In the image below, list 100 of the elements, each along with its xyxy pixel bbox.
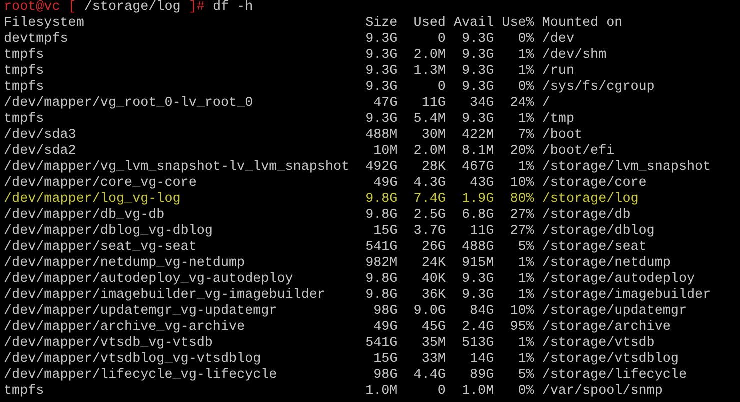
table-cell-text: 7.4G [412,192,446,208]
table-cell-text: 9.3G [460,288,494,304]
column-header: Size [364,16,398,32]
table-cell-text: 982M [364,256,398,272]
table-cell: /storage/dblog [542,224,655,240]
table-cell-text: 488G [460,240,494,256]
table-cell-text: 24K [420,256,446,272]
table-cell-text: /dev/mapper/seat_vg-seat [4,240,198,256]
table-cell: /storage/seat [542,240,647,256]
table-cell-text: 0% [517,384,534,400]
table-cell-text: 1.0M [460,384,494,400]
table-cell-text: /dev/mapper/autodeploy_vg-autodeploy [4,272,294,288]
table-cell-text: /dev/mapper/vtsdblog_vg-vtsdblog [4,352,262,368]
table-cell-text: 0 [436,80,446,96]
table-cell-text: 3.7G [412,224,446,240]
table-cell-text: 5% [517,240,534,256]
table-cell-text: 1.0M [364,384,398,400]
table-cell-text: 9.3G [364,48,398,64]
table-cell-text: /dev/mapper/vtsdb_vg-vtsdb [4,336,214,352]
table-cell-text: 5.4M [412,112,446,128]
table-cell-text: 89G [469,368,494,384]
table-cell-text: 98G [372,368,398,384]
table-cell-text: 8.1M [460,144,494,160]
table-cell-text: /dev/mapper/vg_lvm_snapshot-lv_lvm_snapshot [4,160,351,176]
table-cell-text: 9.0G [412,304,446,320]
table-cell-text: /dev/mapper/vg_root_0-lv_root_0 [4,96,254,112]
table-cell-text: 1.9G [460,192,494,208]
table-cell-text: 24% [509,96,534,112]
table-cell: /run [542,64,574,80]
table-cell-text: /dev/sda2 [4,144,78,160]
table-cell-text: 6.8G [460,208,494,224]
table-cell-text: tmpfs [4,80,46,96]
table-cell-text: 2.4G [460,320,494,336]
table-cell-text: 9.3G [460,80,494,96]
table-cell-text: 10% [509,304,534,320]
command-text: df -h [212,0,254,16]
table-cell-text: 492G [364,160,398,176]
table-cell: /storage/lvm_snapshot [542,160,712,176]
table-cell-text: 1% [517,112,534,128]
table-cell-text: 36K [420,288,446,304]
table-cell-text: 20% [509,144,534,160]
table-cell-text: 4.3G [412,176,446,192]
table-cell-text: 1% [517,336,534,352]
table-cell-text: tmpfs [4,384,46,400]
table-cell-text: 9.3G [364,80,398,96]
table-cell-text: /dev/mapper/updatemgr_vg-updatemgr [4,304,278,320]
table-cell-text: 1% [517,352,534,368]
table-cell-text: 9.8G [364,192,398,208]
table-cell-text: 10M [372,144,398,160]
table-cell: /storage/vtsdb [542,336,655,352]
table-cell: /storage/core [542,176,647,192]
table-cell-text: /dev/mapper/dblog_vg-dblog [4,224,214,240]
table-cell-text: 9.3G [364,112,398,128]
table-cell-text: 49G [372,320,398,336]
table-cell-text: 4.4G [412,368,446,384]
table-cell: /sys/fs/cgroup [542,80,655,96]
table-cell: /var/spool/snmp [542,384,663,400]
table-cell-text: 80% [509,192,534,208]
table-cell: / [542,96,550,112]
table-cell: /storage/imagebuilder [542,288,712,304]
table-cell-text: 1% [517,160,534,176]
table-cell-text: 1% [517,64,534,80]
table-cell-text: 9.8G [364,288,398,304]
table-cell-text: 0 [436,32,446,48]
table-cell-text: 0% [517,80,534,96]
table-cell-text: 33M [420,352,446,368]
table-cell: /storage/netdump [542,256,671,272]
table-cell-text: /dev/mapper/imagebuilder_vg-imagebuilder [4,288,326,304]
table-cell: /storage/vtsdblog [542,352,679,368]
table-cell-text: /dev/mapper/archive_vg-archive [4,320,246,336]
column-header: Use% [502,16,534,32]
prompt-bracket: [ [68,0,76,16]
table-cell-text: 1% [517,48,534,64]
table-cell: /boot/efi [542,144,615,160]
table-cell-text: 9.8G [364,208,398,224]
column-header: Used [412,16,446,32]
table-cell-text: 84G [469,304,494,320]
table-cell-text: /dev/mapper/core_vg-core [4,176,198,192]
table-cell-text: 541G [364,336,398,352]
table-cell-text: 10% [509,176,534,192]
table-cell-text: tmpfs [4,48,46,64]
table-cell-text: 11G [420,96,446,112]
table-cell: /storage/updatemgr [542,304,687,320]
table-cell: /storage/lifecycle [542,368,687,384]
column-header: Mounted on [542,16,623,32]
table-cell-text: 15G [372,352,398,368]
table-cell-text: 1.3M [412,64,446,80]
table-cell-text: 9.3G [364,64,398,80]
table-cell-text: 9.3G [460,48,494,64]
table-cell-text: 9.3G [460,112,494,128]
table-cell-text: 9.8G [364,272,398,288]
table-cell-text: 98G [372,304,398,320]
table-cell-text: 9.3G [460,272,494,288]
table-cell-text: /dev/mapper/lifecycle_vg-lifecycle [4,368,278,384]
table-cell-text: /dev/sda3 [4,128,78,144]
table-cell: /storage/archive [542,320,671,336]
table-cell-text: 1% [517,256,534,272]
table-cell-text: 2.0M [412,48,446,64]
table-cell-text: 5% [517,368,534,384]
table-cell-text: 40K [420,272,446,288]
